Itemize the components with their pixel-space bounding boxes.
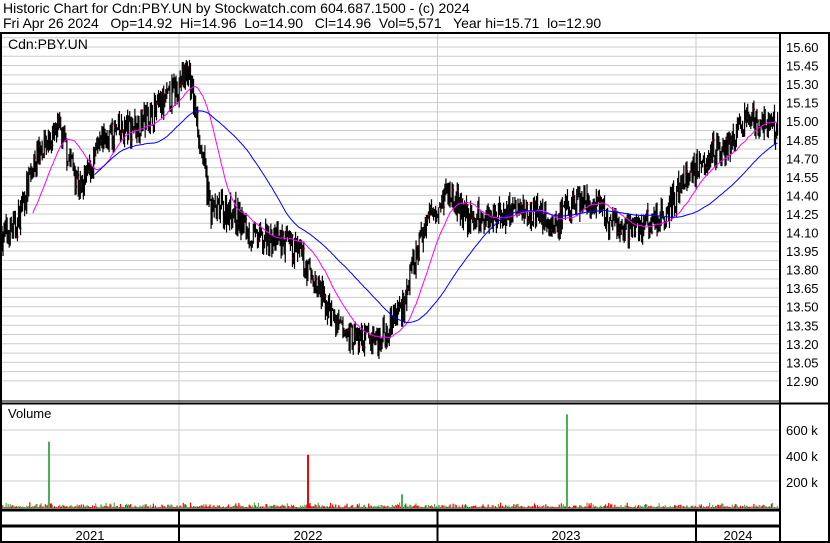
price-tick-label: 13.20: [786, 337, 819, 352]
volume-label: Volume: [8, 406, 51, 421]
price-tick-label: 15.45: [786, 59, 819, 74]
year-label: 2024: [724, 528, 753, 543]
year-label: 2023: [552, 528, 581, 543]
price-tick-label: 13.80: [786, 263, 819, 278]
price-tick-label: 12.90: [786, 374, 819, 389]
stock-chart: Cdn:PBY.UN Volume 15.60 15.45 15.30 15.15 15…: [0, 32, 830, 543]
price-tick-label: 14.40: [786, 188, 819, 203]
price-tick-label: 13.50: [786, 300, 819, 315]
price-tick-label: 13.65: [786, 281, 819, 296]
year-label: 2021: [76, 528, 105, 543]
price-tick-label: 13.35: [786, 318, 819, 333]
volume-tick-label: 200 k: [786, 475, 818, 490]
price-tick-label: 15.15: [786, 96, 819, 111]
price-tick-label: 15.60: [786, 40, 819, 55]
volume-tick-label: 400 k: [786, 449, 818, 464]
price-tick-label: 14.10: [786, 226, 819, 241]
price-tick-label: 14.55: [786, 170, 819, 185]
price-tick-label: 13.95: [786, 244, 819, 259]
price-tick-label: 14.85: [786, 133, 819, 148]
price-tick-label: 14.25: [786, 207, 819, 222]
price-tick-label: 15.30: [786, 77, 819, 92]
volume-tick-label: 600 k: [786, 423, 818, 438]
symbol-label: Cdn:PBY.UN: [8, 36, 88, 52]
price-tick-label: 13.05: [786, 355, 819, 370]
year-label: 2022: [294, 528, 323, 543]
price-tick-label: 15.00: [786, 114, 819, 129]
price-tick-label: 14.70: [786, 151, 819, 166]
